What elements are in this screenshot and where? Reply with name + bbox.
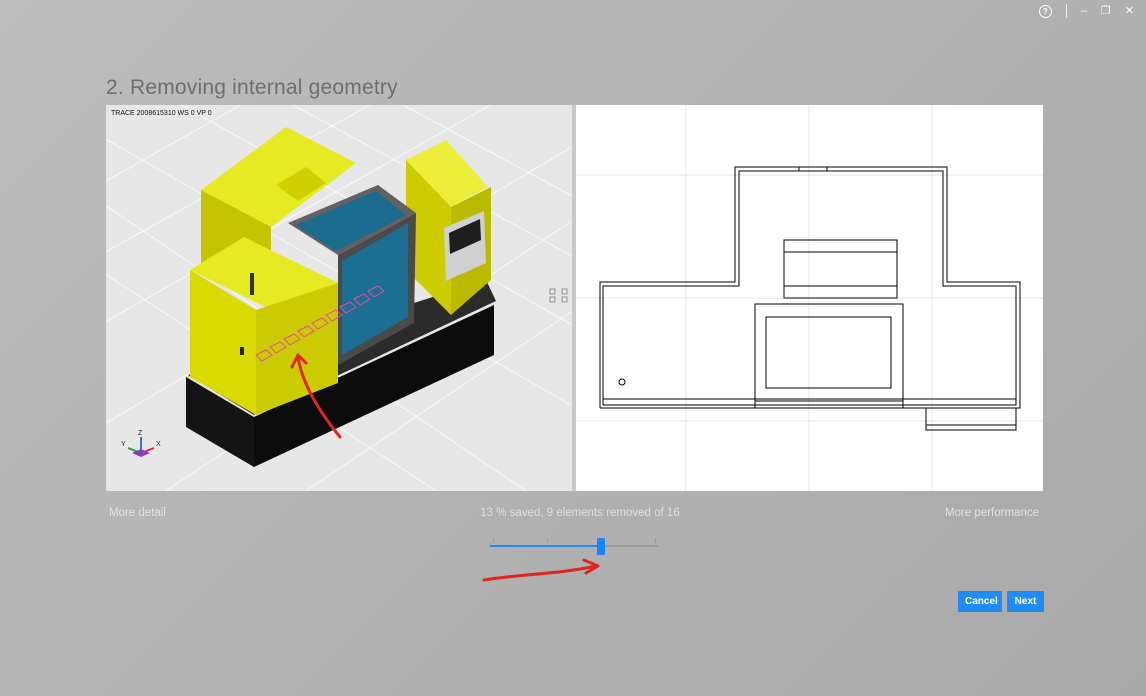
help-icon[interactable]: ? bbox=[1038, 4, 1052, 18]
slider-tick bbox=[654, 539, 656, 543]
machine-3d-render: Z Y X bbox=[106, 105, 572, 491]
cancel-button[interactable]: Cancel bbox=[958, 591, 1002, 612]
slider-right-label: More performance bbox=[945, 507, 1039, 519]
machine-2d-drawing bbox=[576, 105, 1043, 491]
annotation-arrow-right bbox=[482, 564, 598, 582]
restore-icon[interactable]: ❐ bbox=[1101, 2, 1111, 20]
window-controls-separator bbox=[1065, 4, 1067, 18]
viewport-2d[interactable] bbox=[576, 105, 1043, 491]
door-handle bbox=[250, 273, 254, 295]
window-controls: ? – ❐ ✕ bbox=[1038, 2, 1134, 20]
axis-x-label: X bbox=[156, 441, 161, 448]
axis-z-label: Z bbox=[138, 430, 143, 437]
switch-knob bbox=[240, 347, 244, 355]
slider-left-label: More detail bbox=[109, 507, 166, 519]
axis-triad-icon bbox=[127, 437, 155, 457]
slider-tick bbox=[493, 539, 495, 543]
view-toggle-icon[interactable] bbox=[549, 288, 568, 303]
annotation-arrowhead-right bbox=[582, 558, 600, 575]
minimize-icon[interactable]: – bbox=[1081, 2, 1087, 20]
detail-performance-slider[interactable] bbox=[490, 536, 658, 558]
page-title: 2. Removing internal geometry bbox=[106, 76, 398, 99]
axis-y-label: Y bbox=[121, 441, 126, 448]
trace-label: TRACE 2008615310 WS 0 VP 0 bbox=[111, 110, 212, 117]
slider-status-text: 13 % saved, 9 elements removed of 16 bbox=[480, 507, 680, 519]
slider-fill bbox=[490, 545, 601, 547]
next-button[interactable]: Next bbox=[1007, 591, 1044, 612]
slider-tick bbox=[547, 539, 549, 543]
viewport-3d[interactable]: Z Y X TRACE 2008615310 WS 0 VP 0 bbox=[106, 105, 572, 491]
close-icon[interactable]: ✕ bbox=[1125, 2, 1134, 20]
slider-thumb[interactable] bbox=[596, 538, 605, 555]
